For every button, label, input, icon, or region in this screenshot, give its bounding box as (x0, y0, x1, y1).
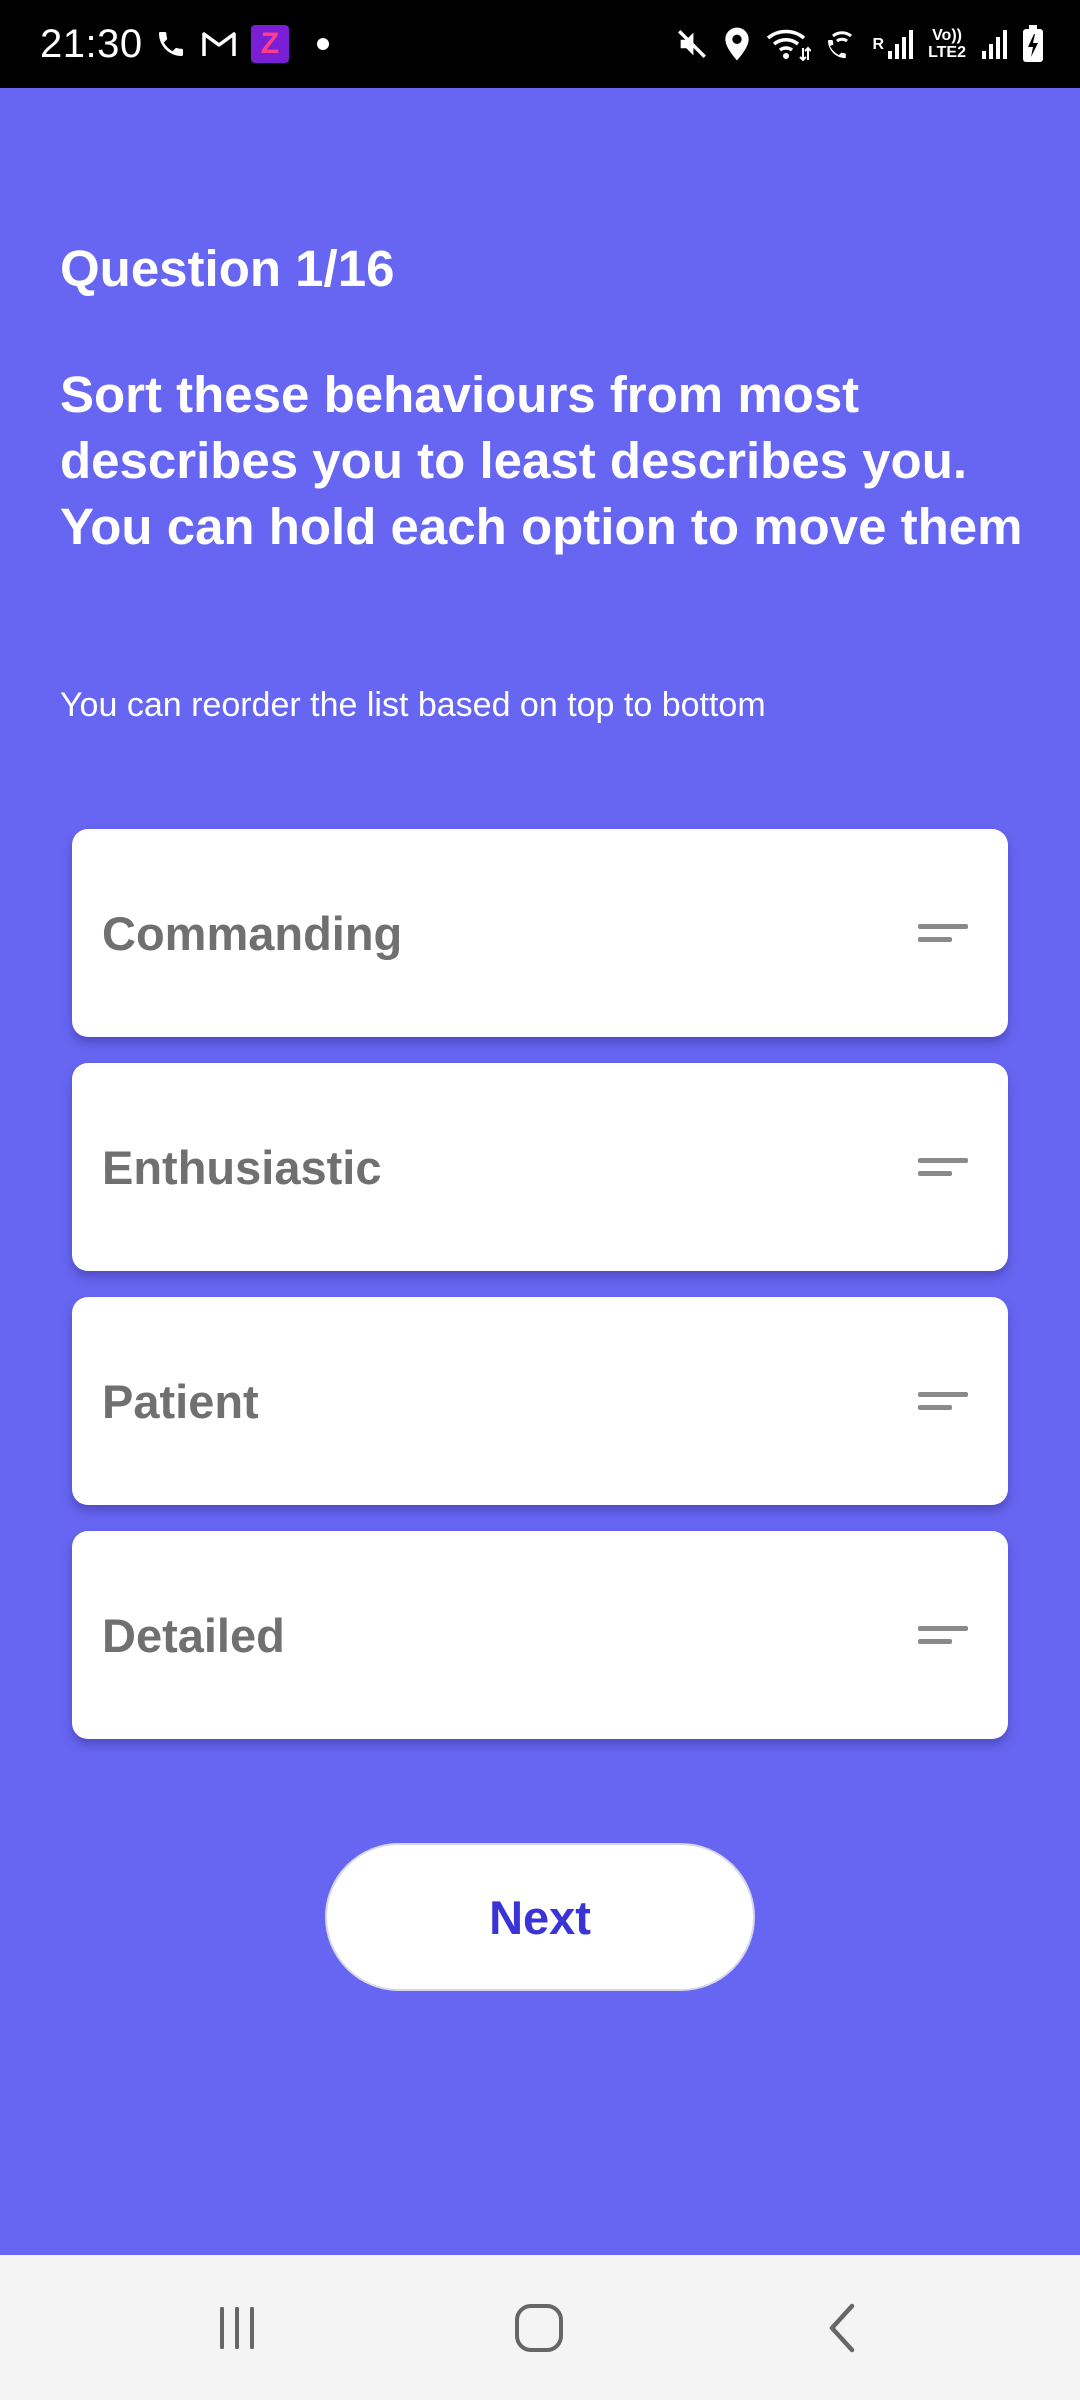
back-button[interactable] (762, 2255, 922, 2400)
gmail-icon (201, 29, 237, 59)
status-time: 21:30 (40, 22, 143, 66)
back-icon (829, 2303, 855, 2352)
signal-2-icon (980, 27, 1008, 61)
phone-icon (155, 28, 187, 60)
signal-icon: R (873, 27, 915, 61)
volte-icon: Vo)) LTE2 (928, 27, 966, 61)
navigation-bar (0, 2255, 1080, 2400)
option-label: Commanding (102, 906, 403, 960)
option-item[interactable]: Patient (72, 1297, 1008, 1505)
home-icon (515, 2303, 563, 2352)
drag-handle-icon[interactable] (918, 920, 968, 946)
drag-handle-icon[interactable] (918, 1388, 968, 1414)
location-icon (723, 26, 751, 62)
instruction-text: You can reorder the list based on top to… (60, 686, 766, 724)
notification-icons: Z (155, 20, 329, 68)
option-label: Patient (102, 1374, 259, 1428)
question-number: Question 1/16 (60, 240, 395, 297)
option-item[interactable]: Commanding (72, 829, 1008, 1037)
drag-handle-icon[interactable] (918, 1622, 968, 1648)
status-bar: 21:30 Z R Vo)) LTE2 (0, 0, 1080, 88)
option-item[interactable]: Enthusiastic (72, 1063, 1008, 1271)
option-item[interactable]: Detailed (72, 1531, 1008, 1739)
wifi-calling-icon (825, 26, 859, 62)
home-button[interactable] (459, 2255, 619, 2400)
wifi-icon (765, 26, 811, 62)
next-button[interactable]: Next (325, 1843, 755, 1991)
recents-icon (220, 2306, 254, 2349)
mute-icon (675, 27, 709, 61)
option-label: Detailed (102, 1608, 285, 1662)
z-app-icon: Z (251, 25, 289, 63)
option-label: Enthusiastic (102, 1140, 382, 1194)
notification-dot-icon (317, 38, 329, 50)
drag-handle-icon[interactable] (918, 1154, 968, 1180)
system-icons: R Vo)) LTE2 (675, 20, 1045, 68)
recents-button[interactable] (157, 2255, 317, 2400)
question-text: Sort these behaviours from most describe… (60, 366, 1023, 555)
battery-charging-icon (1022, 25, 1044, 63)
sortable-options-list: Commanding Enthusiastic Patient Detailed (72, 829, 1008, 1765)
